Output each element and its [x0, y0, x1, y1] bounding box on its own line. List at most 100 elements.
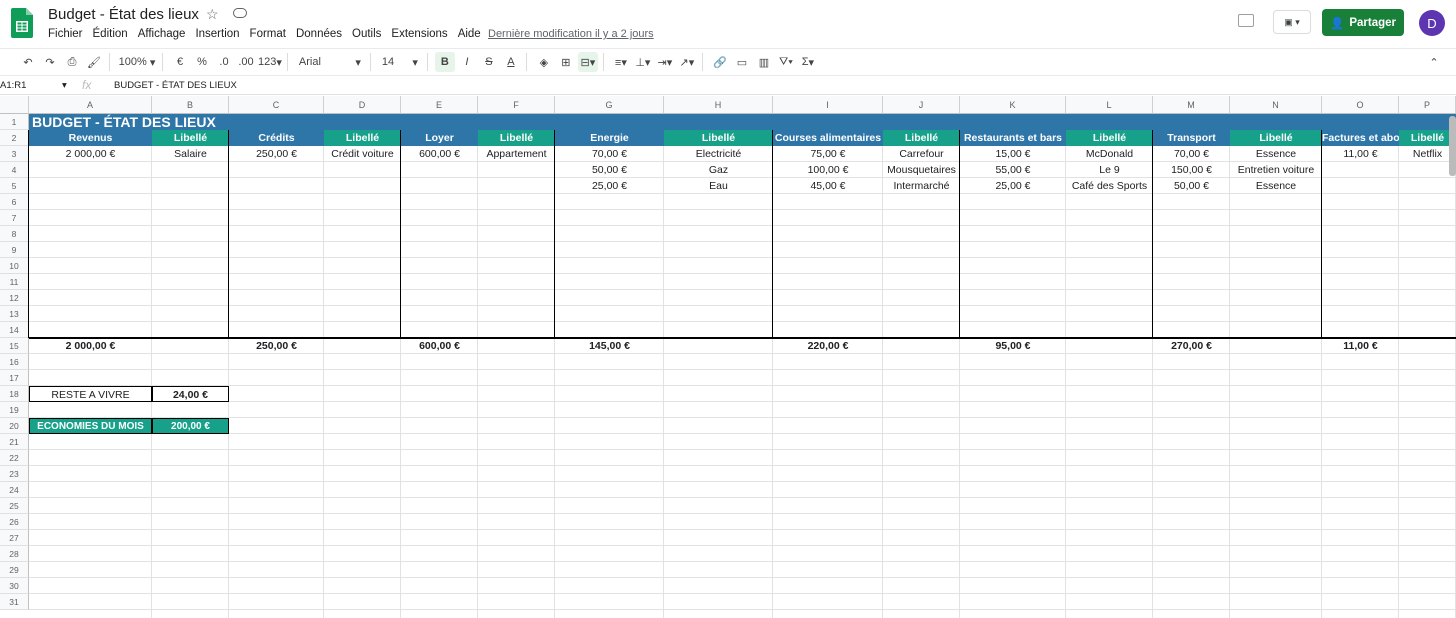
table-cell[interactable]: 25,00 €: [555, 178, 664, 194]
insert-link-icon[interactable]: 🔗: [710, 52, 730, 72]
currency-format-button[interactable]: €: [170, 52, 190, 72]
menu-donnees[interactable]: Données: [296, 28, 342, 40]
row-header[interactable]: 24: [0, 482, 29, 498]
document-title[interactable]: Budget - État des lieux: [48, 6, 199, 23]
menu-affichage[interactable]: Affichage: [138, 28, 186, 40]
table-cell[interactable]: McDonald: [1066, 146, 1153, 162]
row-header[interactable]: 25: [0, 498, 29, 514]
row-header[interactable]: 28: [0, 546, 29, 562]
collapse-toolbar-icon[interactable]: ⌃: [1424, 52, 1444, 72]
sheet-title[interactable]: BUDGET - ÉTAT DES LIEUX: [29, 114, 1456, 130]
row-header[interactable]: 12: [0, 290, 29, 306]
row-header[interactable]: 4: [0, 162, 29, 178]
vertical-align-icon[interactable]: ⊥▾: [633, 52, 653, 72]
column-header[interactable]: I: [773, 96, 883, 114]
column-category-header[interactable]: Libellé: [478, 130, 555, 146]
insert-comment-icon[interactable]: ▭: [732, 52, 752, 72]
row-header[interactable]: 16: [0, 354, 29, 370]
text-rotation-icon[interactable]: ↗▾: [677, 52, 697, 72]
economies-value[interactable]: 200,00 €: [152, 418, 229, 434]
row-header[interactable]: 1: [0, 114, 29, 130]
row-header[interactable]: 17: [0, 370, 29, 386]
row-header[interactable]: 10: [0, 258, 29, 274]
table-cell[interactable]: Gaz: [664, 162, 773, 178]
column-header[interactable]: C: [229, 96, 324, 114]
share-button[interactable]: 👤 Partager: [1322, 9, 1404, 36]
total-cell[interactable]: 220,00 €: [773, 338, 883, 354]
total-cell[interactable]: 270,00 €: [1153, 338, 1230, 354]
name-box[interactable]: A1:R1 ▾: [0, 80, 70, 91]
row-header[interactable]: 27: [0, 530, 29, 546]
avatar[interactable]: D: [1419, 10, 1445, 36]
table-cell[interactable]: 15,00 €: [960, 146, 1066, 162]
select-all-corner[interactable]: [0, 96, 29, 114]
undo-icon[interactable]: ↶: [18, 52, 38, 72]
table-cell[interactable]: Essence: [1230, 178, 1322, 194]
fill-color-icon[interactable]: ◈: [534, 52, 554, 72]
font-select[interactable]: Arial ▾: [295, 52, 365, 72]
table-cell[interactable]: 600,00 €: [401, 146, 478, 162]
table-cell[interactable]: Café des Sports: [1066, 178, 1153, 194]
row-header[interactable]: 23: [0, 466, 29, 482]
row-header[interactable]: 8: [0, 226, 29, 242]
table-cell[interactable]: Entretien voiture: [1230, 162, 1322, 178]
total-cell[interactable]: 11,00 €: [1322, 338, 1399, 354]
column-category-header[interactable]: Libellé: [324, 130, 401, 146]
comments-icon[interactable]: [1238, 14, 1254, 27]
horizontal-align-icon[interactable]: ≡▾: [611, 52, 631, 72]
font-size-select[interactable]: 14 ▾: [378, 52, 422, 72]
row-header[interactable]: 30: [0, 578, 29, 594]
column-category-header[interactable]: Crédits: [229, 130, 324, 146]
table-cell[interactable]: Netflix: [1399, 146, 1456, 162]
table-cell[interactable]: Electricité: [664, 146, 773, 162]
more-formats-button[interactable]: 123 ▾: [258, 52, 282, 72]
total-cell[interactable]: 2 000,00 €: [29, 338, 152, 354]
table-cell[interactable]: 70,00 €: [555, 146, 664, 162]
reste-a-vivre-label[interactable]: RESTE A VIVRE: [29, 386, 152, 402]
column-category-header[interactable]: Libellé: [664, 130, 773, 146]
functions-button[interactable]: Σ ▾: [798, 52, 818, 72]
table-cell[interactable]: Crédit voiture: [324, 146, 401, 162]
economies-label[interactable]: ECONOMIES DU MOIS: [29, 418, 152, 434]
total-cell[interactable]: 145,00 €: [555, 338, 664, 354]
row-header[interactable]: 6: [0, 194, 29, 210]
decrease-decimal-button[interactable]: .0: [214, 52, 234, 72]
vertical-scrollbar[interactable]: [1449, 116, 1456, 176]
column-header[interactable]: O: [1322, 96, 1399, 114]
column-header[interactable]: B: [152, 96, 229, 114]
filter-icon[interactable]: ⛛▾: [776, 52, 796, 72]
table-cell[interactable]: Intermarché: [883, 178, 960, 194]
merge-cells-icon[interactable]: ⊟▾: [577, 52, 598, 72]
menu-format[interactable]: Format: [250, 28, 286, 40]
table-cell[interactable]: Mousquetaires: [883, 162, 960, 178]
column-header[interactable]: D: [324, 96, 401, 114]
insert-chart-icon[interactable]: ▥: [754, 52, 774, 72]
percent-format-button[interactable]: %: [192, 52, 212, 72]
column-category-header[interactable]: Libellé: [152, 130, 229, 146]
row-header[interactable]: 22: [0, 450, 29, 466]
table-cell[interactable]: Eau: [664, 178, 773, 194]
row-header[interactable]: 11: [0, 274, 29, 290]
paint-format-icon[interactable]: 🖌: [84, 52, 104, 72]
total-cell[interactable]: 250,00 €: [229, 338, 324, 354]
table-cell[interactable]: 11,00 €: [1322, 146, 1399, 162]
row-header[interactable]: 21: [0, 434, 29, 450]
cloud-status-icon[interactable]: [233, 8, 247, 18]
row-header[interactable]: 7: [0, 210, 29, 226]
column-header[interactable]: E: [401, 96, 478, 114]
menu-extensions[interactable]: Extensions: [391, 28, 447, 40]
table-cell[interactable]: 25,00 €: [960, 178, 1066, 194]
bold-button[interactable]: B: [434, 52, 455, 72]
column-header[interactable]: G: [555, 96, 664, 114]
table-cell[interactable]: 250,00 €: [229, 146, 324, 162]
column-header[interactable]: K: [960, 96, 1066, 114]
last-modified-link[interactable]: Dernière modification il y a 2 jours: [488, 28, 654, 40]
italic-button[interactable]: I: [457, 52, 477, 72]
column-header[interactable]: A: [29, 96, 152, 114]
row-header[interactable]: 31: [0, 594, 29, 610]
column-category-header[interactable]: Libellé: [1230, 130, 1322, 146]
table-cell[interactable]: 2 000,00 €: [29, 146, 152, 162]
table-cell[interactable]: Salaire: [152, 146, 229, 162]
menu-insertion[interactable]: Insertion: [195, 28, 239, 40]
row-header[interactable]: 19: [0, 402, 29, 418]
